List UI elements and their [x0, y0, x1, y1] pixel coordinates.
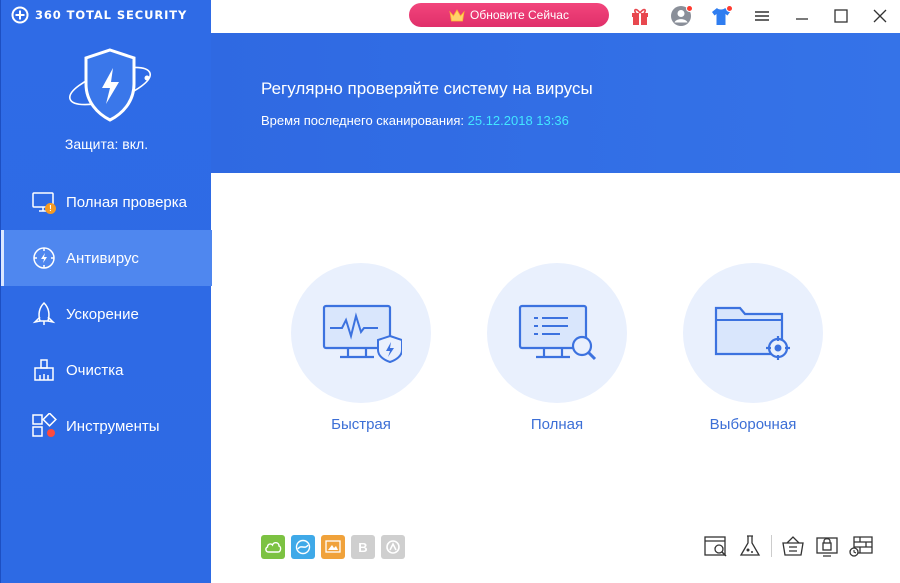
- titlebar: Обновите Сейчас: [211, 0, 900, 33]
- antivirus-icon: [31, 245, 57, 271]
- divider: [771, 535, 772, 557]
- banner-title: Регулярно проверяйте систему на вирусы: [261, 79, 593, 98]
- sidebar-item-label: Антивирус: [66, 249, 139, 267]
- full-scan-icon: [518, 304, 597, 361]
- notification-dot: [726, 5, 733, 12]
- bitdefender-letter: B: [358, 539, 368, 555]
- menu-icon[interactable]: [751, 5, 773, 27]
- quick-scan-button[interactable]: Быстрая: [291, 263, 431, 433]
- custom-scan-circle: [683, 263, 823, 403]
- tools-grid-icon: [31, 412, 57, 439]
- scan-label: Полная: [530, 416, 584, 433]
- full-scan-circle: [487, 263, 627, 403]
- cloud-engine-icon[interactable]: [261, 535, 285, 559]
- quick-scan-circle: [291, 263, 431, 403]
- gift-icon[interactable]: [629, 5, 651, 27]
- skin-icon[interactable]: [710, 5, 733, 27]
- sidebar-item-label: Полная проверка: [66, 193, 187, 211]
- custom-scan-icon: [714, 306, 790, 360]
- upgrade-button[interactable]: Обновите Сейчас: [409, 3, 609, 27]
- monitor-alert-icon: !: [31, 189, 57, 215]
- quarantine-icon[interactable]: [703, 533, 729, 559]
- sidebar: 360 TOTAL SECURITY Защита: вкл. ! Полная…: [0, 0, 212, 583]
- trusted-list-icon[interactable]: [780, 533, 806, 559]
- sidebar-item-full-check[interactable]: ! Полная проверка: [1, 174, 212, 230]
- sidebar-item-label: Очистка: [66, 361, 124, 379]
- scan-label: Выборочная: [709, 416, 797, 433]
- account-icon[interactable]: [670, 5, 693, 27]
- firewall-icon[interactable]: [848, 533, 874, 559]
- sidebar-item-label: Инструменты: [66, 417, 160, 435]
- header-banner: Регулярно проверяйте систему на вирусы В…: [211, 33, 900, 173]
- engine-plugins: B: [261, 535, 405, 559]
- sidebar-item-label: Ускорение: [66, 305, 139, 323]
- system-repair-icon[interactable]: [321, 535, 345, 559]
- sidebar-item-cleanup[interactable]: Очистка: [1, 342, 212, 398]
- broom-icon: [31, 357, 57, 383]
- protection-icon[interactable]: [814, 533, 840, 559]
- protection-status: Защита: вкл.: [64, 136, 149, 152]
- full-scan-button[interactable]: Полная: [487, 263, 627, 433]
- sidebar-item-antivirus[interactable]: Антивирус: [1, 230, 212, 286]
- bottom-tools: [703, 533, 874, 559]
- brand-name: 360 TOTAL SECURITY: [35, 8, 188, 22]
- scan-label: Быстрая: [331, 416, 391, 433]
- notification-dot: [686, 5, 693, 12]
- last-scan-label: Время последнего сканирования:: [261, 113, 468, 128]
- bitdefender-icon[interactable]: B: [351, 535, 375, 559]
- sandbox-icon[interactable]: [737, 533, 763, 559]
- custom-scan-button[interactable]: Выборочная: [683, 263, 823, 433]
- minimize-icon[interactable]: [791, 5, 813, 27]
- qvm-engine-icon[interactable]: [291, 535, 315, 559]
- brand: 360 TOTAL SECURITY: [11, 6, 187, 24]
- notification-dot: [47, 429, 55, 437]
- sidebar-nav: ! Полная проверка Антивирус Ускорение Оч…: [1, 174, 212, 454]
- crown-icon: [449, 8, 465, 21]
- rocket-icon: [31, 301, 57, 327]
- sidebar-item-speedup[interactable]: Ускорение: [1, 286, 212, 342]
- avira-icon[interactable]: [381, 535, 405, 559]
- sidebar-item-tools[interactable]: Инструменты: [1, 398, 212, 454]
- logo-icon: [11, 6, 29, 24]
- close-icon[interactable]: [869, 5, 891, 27]
- last-scan-info: Время последнего сканирования: 25.12.201…: [261, 113, 569, 128]
- shield-icon: [64, 46, 156, 126]
- quick-scan-icon: [322, 304, 402, 364]
- upgrade-label: Обновите Сейчас: [470, 8, 569, 22]
- last-scan-date: 25.12.2018 13:36: [467, 113, 569, 128]
- maximize-icon[interactable]: [830, 5, 852, 27]
